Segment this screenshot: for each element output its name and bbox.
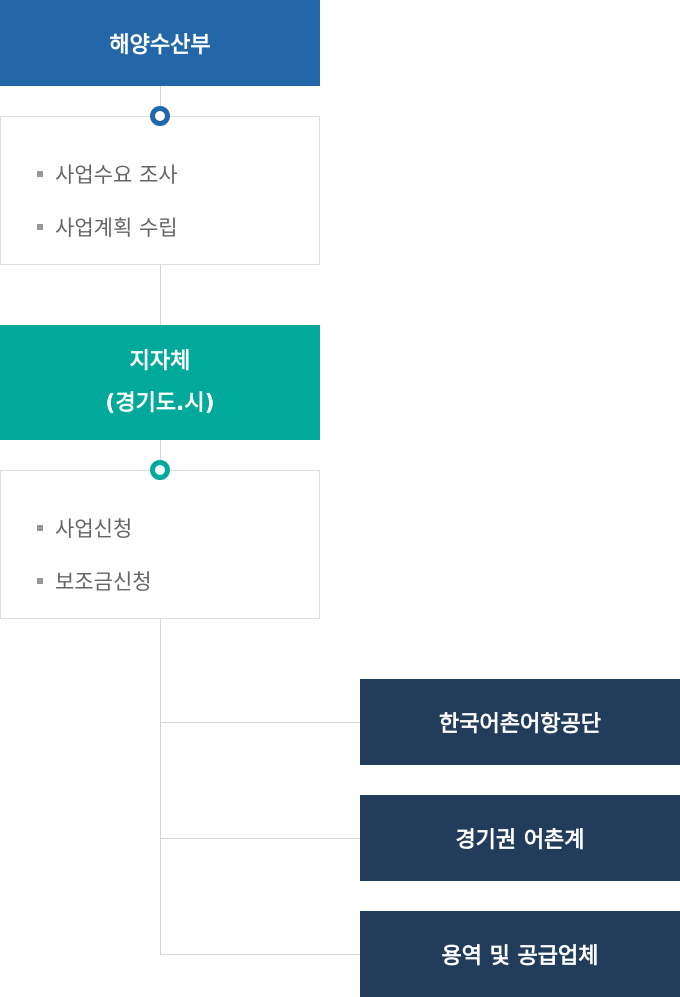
ministry-task-label: 사업수요 조사 [55,162,178,187]
organization-label: 용역 및 공급업체 [441,944,599,969]
connector-line-middle [160,265,161,325]
local-government-header: 지자체 (경기도.시) [0,325,320,440]
bullet-icon [37,223,43,230]
branch-line-1 [160,722,360,723]
organization-box-fishing-village: 경기권 어촌계 [360,795,680,881]
ministry-title: 해양수산부 [109,33,211,58]
connector-line-branch-trunk [160,619,161,955]
local-government-subtitle: (경기도.시) [105,390,215,416]
bullet-icon [37,577,43,584]
list-item: 사업계획 수립 [37,200,319,253]
organization-box-fishing-port-agency: 한국어촌어항공단 [360,679,680,765]
local-government-task-label: 사업신청 [55,516,133,541]
ministry-task-label: 사업계획 수립 [55,215,178,240]
ministry-node-dot-icon [150,106,170,126]
ministry-task-box: 사업수요 조사 사업계획 수립 [0,116,320,265]
branch-line-2 [160,838,360,839]
local-government-task-label: 보조금신청 [55,569,152,594]
local-government-title: 지자체 [129,348,191,374]
list-item: 보조금신청 [37,554,319,607]
local-government-node-dot-icon [150,460,170,480]
bullet-icon [37,170,43,177]
ministry-header: 해양수산부 [0,0,320,86]
organization-box-suppliers: 용역 및 공급업체 [360,911,680,997]
local-government-task-box: 사업신청 보조금신청 [0,470,320,619]
bullet-icon [37,524,43,531]
list-item: 사업수요 조사 [37,147,319,200]
list-item: 사업신청 [37,501,319,554]
branch-line-3 [160,954,360,955]
organization-label: 한국어촌어항공단 [439,712,601,737]
organization-label: 경기권 어촌계 [455,828,585,853]
